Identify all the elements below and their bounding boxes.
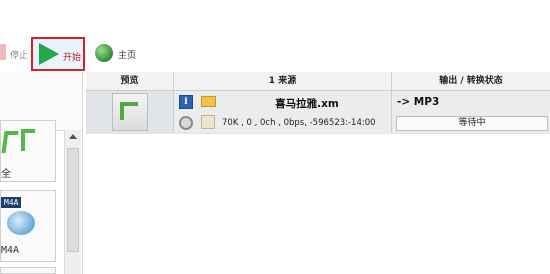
source-cell: i 喜马拉雅.xm 70K , 0 , 0ch , 0bps, -596523:… [174,91,392,133]
format-tile-m4a[interactable]: M4A M4A [0,190,56,262]
format-tile-next[interactable] [0,267,56,274]
format-tile-all[interactable]: 全 [0,120,56,182]
disc-icon [7,211,35,235]
format-tile-caption: 全 [1,169,11,180]
sidebar-scrollbar[interactable] [64,130,81,274]
source-filename: 喜马拉雅.xm [275,98,339,110]
toolbar: 停止 开始 主页 [0,0,550,72]
format-tile-caption: M4A [1,245,20,256]
column-header-source[interactable]: 1 来源 [174,72,392,90]
stop-button[interactable]: 停止 [0,38,32,68]
table-header: 预览 1 来源 输出 / 转换状态 [86,72,550,91]
home-button[interactable]: 主页 [95,44,155,66]
m4a-badge: M4A [1,197,22,208]
column-header-output[interactable]: 输出 / 转换状态 [392,72,550,90]
table-row[interactable]: i 喜马拉雅.xm 70K , 0 , 0ch , 0bps, -596523:… [86,91,550,134]
column-header-preview[interactable]: 预览 [86,72,174,90]
globe-icon [95,44,113,62]
start-label: 开始 [63,53,82,63]
info-icon[interactable]: i [179,95,193,109]
start-button[interactable]: 开始 [31,37,85,71]
stop-label: 停止 [10,51,29,61]
scrollbar-thumb[interactable] [67,148,79,252]
folder-icon[interactable] [201,96,216,107]
source-info: 70K , 0 , 0ch , 0bps, -596523:-14:00 [222,118,376,128]
settings-icon[interactable] [179,116,193,130]
format-sidebar: 全 M4A M4A [0,72,83,274]
preview-cell [86,91,174,133]
file-list-table: 预览 1 来源 输出 / 转换状态 i 喜马拉雅.xm 70K , 0 , 0c… [86,72,550,274]
clip-icon[interactable] [201,115,215,129]
status-badge: 等待中 [396,116,548,131]
audio-file-icon [112,93,148,131]
output-cell: -> MP3 等待中 [392,91,550,133]
music-note-icon [1,127,45,161]
output-format: -> MP3 [397,96,440,108]
stop-icon [0,44,6,60]
play-icon [39,43,59,65]
scroll-up-arrow-icon[interactable] [69,134,77,139]
home-label: 主页 [118,51,137,61]
